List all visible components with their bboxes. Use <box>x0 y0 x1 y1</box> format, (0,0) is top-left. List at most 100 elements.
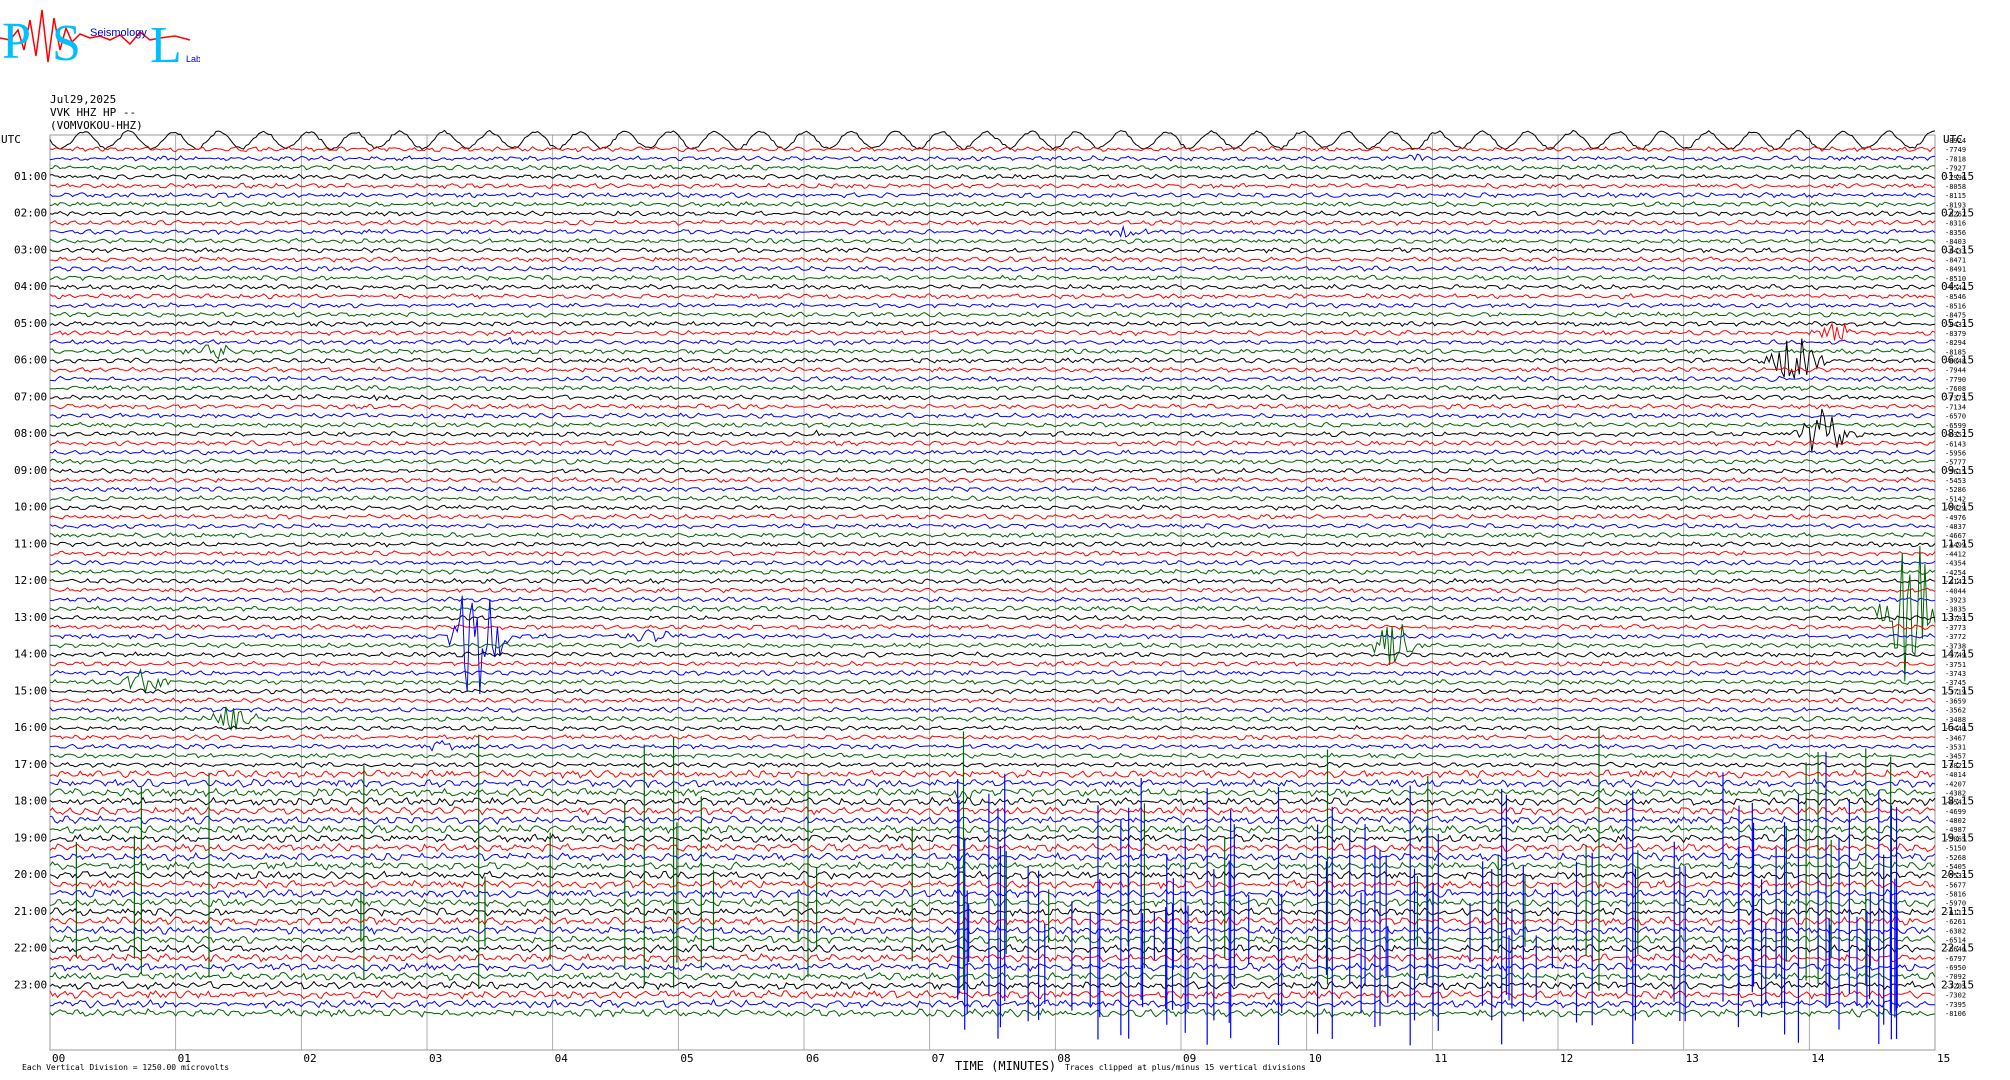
trace-line <box>49 761 1936 769</box>
trace-offset-label: -8294 <box>1945 339 1966 347</box>
trace-offset-label: -7302 <box>1945 992 1966 1000</box>
trace-line <box>49 669 1936 677</box>
right-hour-label: 17:15 <box>1941 758 1974 771</box>
trace-line <box>49 164 1936 171</box>
trace-offset-label: -3743 <box>1945 670 1966 678</box>
right-hour-label: 14:15 <box>1941 648 1974 661</box>
trace-line <box>49 344 1936 360</box>
helicorder-plot: 00 01 02 03 04 05 06 07 08 09 10 11 12 13 14 15-8924-77… <box>1 129 1974 1073</box>
trace-line <box>49 495 1935 502</box>
footer-scale-text: Each Vertical Division = 1250.00 microvo… <box>22 1063 229 1072</box>
trace-line <box>49 531 1936 539</box>
trace-offset-label: -3531 <box>1945 744 1966 752</box>
trace-offset-label: -6797 <box>1945 955 1966 963</box>
trace-line <box>49 614 1936 622</box>
x-tick-label: 11 <box>1434 1052 1447 1065</box>
left-hour-label: 09:00 <box>14 464 47 477</box>
trace-offset-label: -8058 <box>1945 183 1966 191</box>
trace-offset-label: -4207 <box>1945 780 1966 788</box>
trace-line <box>49 182 1936 190</box>
trace-line <box>49 568 1936 576</box>
trace-offset-label: -6570 <box>1945 413 1966 421</box>
left-hour-label: 20:00 <box>14 868 47 881</box>
trace-offset-label: -3773 <box>1945 624 1966 632</box>
trace-line <box>49 210 1936 217</box>
right-hour-label: 01:15 <box>1941 170 1974 183</box>
trace-line <box>49 550 1936 557</box>
trace-offset-label: -7749 <box>1945 146 1966 154</box>
trace-line <box>49 192 1936 199</box>
trace-line <box>49 522 1936 530</box>
right-hour-label: 03:15 <box>1941 243 1974 256</box>
trace-offset-label: -8546 <box>1945 293 1966 301</box>
trace-line <box>49 934 1936 945</box>
trace-line <box>49 778 1936 789</box>
trace-line <box>49 265 1936 272</box>
trace-offset-label: -5956 <box>1945 449 1966 457</box>
trace-offset-label: -7790 <box>1945 376 1966 384</box>
trace-line <box>49 796 1936 807</box>
plot-frame <box>49 134 1936 1051</box>
trace-line <box>49 412 1936 419</box>
trace-offset-label: -8106 <box>1945 1010 1966 1018</box>
trace-line <box>49 651 1936 658</box>
left-hour-label: 12:00 <box>14 574 47 587</box>
trace-line <box>49 624 1936 666</box>
trace-line <box>49 476 1936 484</box>
trace-line <box>49 998 1936 1009</box>
trace-line <box>49 237 1936 245</box>
right-hour-label: 21:15 <box>1941 905 1974 918</box>
left-hour-label: 15:00 <box>14 684 47 697</box>
left-hour-label: 23:00 <box>14 978 47 991</box>
right-hour-label: 10:15 <box>1941 501 1974 514</box>
trace-offset-label: -7395 <box>1945 1001 1966 1009</box>
trace-line <box>49 320 1936 328</box>
trace-offset-label: -8316 <box>1945 220 1966 228</box>
trace-line <box>49 706 1936 713</box>
right-hour-label: 04:15 <box>1941 280 1974 293</box>
trace-line <box>49 311 1936 318</box>
x-tick-label: 04 <box>555 1052 569 1065</box>
trace-line <box>49 153 1936 162</box>
left-hour-label: 06:00 <box>14 354 47 367</box>
trace-offset-label: -7134 <box>1945 403 1966 411</box>
trace-offset-label: -8471 <box>1945 256 1966 264</box>
trace-line <box>49 739 1936 752</box>
right-hour-label: 15:15 <box>1941 684 1974 697</box>
trace-line <box>49 225 1936 238</box>
trace-offset-label: -4699 <box>1945 808 1966 816</box>
trace-offset-label: -7944 <box>1945 367 1966 375</box>
trace-line <box>49 897 1936 908</box>
trace-line <box>49 851 1936 862</box>
trace-offset-label: -8491 <box>1945 266 1966 274</box>
left-hour-label: 18:00 <box>14 795 47 808</box>
x-tick-label: 13 <box>1686 1052 1699 1065</box>
x-tick-label: 06 <box>806 1052 819 1065</box>
trace-line <box>49 129 1936 151</box>
trace-line <box>50 384 1936 392</box>
trace-offset-label: -5286 <box>1945 486 1966 494</box>
left-axis-title: UTC <box>1 133 21 146</box>
trace-line <box>49 256 1936 263</box>
trace-line <box>49 815 1936 825</box>
right-hour-label: 18:15 <box>1941 795 1974 808</box>
right-hour-label: 20:15 <box>1941 868 1974 881</box>
trace-line <box>49 925 1935 936</box>
right-hour-label: 11:15 <box>1941 537 1974 550</box>
trace-line <box>49 559 1936 566</box>
x-tick-label: 14 <box>1811 1052 1825 1065</box>
left-hour-label: 08:00 <box>14 427 47 440</box>
trace-line <box>49 916 1936 927</box>
right-hour-label: 12:15 <box>1941 574 1974 587</box>
trace-line <box>49 577 1936 585</box>
trace-line <box>49 302 1936 309</box>
left-hour-label: 05:00 <box>14 317 47 330</box>
trace-offset-label: -5268 <box>1945 854 1966 862</box>
left-hour-label: 03:00 <box>14 243 47 256</box>
left-hour-label: 10:00 <box>14 501 47 514</box>
right-hour-label: 16:15 <box>1941 721 1974 734</box>
trace-offset-label: -3659 <box>1945 698 1966 706</box>
trace-line <box>49 833 1936 844</box>
x-tick-label: 05 <box>680 1052 693 1065</box>
right-hour-label: 13:15 <box>1941 611 1974 624</box>
